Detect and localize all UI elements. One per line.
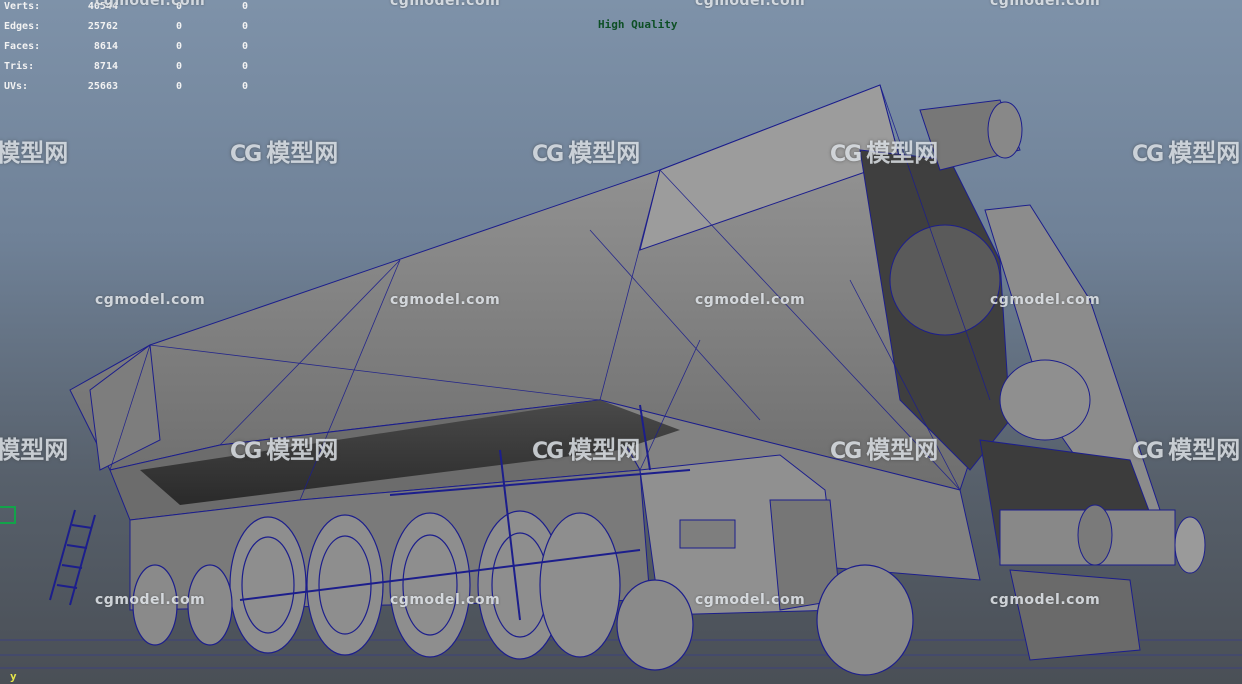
hud-label: Tris: <box>4 60 35 72</box>
watermark-logo: CG模型网 <box>830 133 938 168</box>
watermark-logo: CG模型网 <box>230 430 338 465</box>
logo-mark: CG <box>532 142 564 167</box>
hud-value: 0 <box>241 80 248 92</box>
watermark-logo: CG模型网 <box>532 133 640 168</box>
cab-ladder <box>49 509 96 606</box>
drive-wheels <box>229 510 621 660</box>
logo-mark: CG <box>532 439 564 464</box>
locomotive-model[interactable] <box>0 0 1242 684</box>
hud-row-tris: Tris: 8714 0 0 <box>4 56 248 76</box>
watermark-text: cgmodel.com <box>990 592 1101 608</box>
logo-text: 模型网 <box>568 139 641 167</box>
watermark-text: cgmodel.com <box>990 0 1101 9</box>
logo-mark: CG <box>830 439 862 464</box>
logo-text: 模型网 <box>266 139 339 167</box>
watermark-text: cgmodel.com <box>95 592 206 608</box>
hud-value: 0 <box>175 40 182 52</box>
hud-value: 0 <box>241 20 248 32</box>
hud-value: 25762 <box>87 20 118 32</box>
logo-text: 模型网 <box>266 436 339 464</box>
logo-mark: CG <box>230 142 262 167</box>
hud-value: 0 <box>175 20 182 32</box>
watermark-text: cgmodel.com <box>695 592 806 608</box>
watermark-logo: CG模型网 <box>230 133 338 168</box>
logo-mark: CG <box>1132 142 1164 167</box>
watermark-text: cgmodel.com <box>695 292 806 308</box>
watermark-text: cgmodel.com <box>390 592 501 608</box>
logo-mark: CG <box>830 142 862 167</box>
hud-value: 8614 <box>93 40 118 52</box>
watermark-text: cgmodel.com <box>95 0 206 9</box>
render-quality-label: High Quality <box>598 18 678 31</box>
watermark-text: cgmodel.com <box>95 292 206 308</box>
maya-viewport[interactable]: Verts: 40544 0 0 Edges: 25762 0 0 Faces:… <box>0 0 1242 684</box>
watermark-logo: CG模型网 <box>830 430 938 465</box>
watermark-logo: CG模型网 <box>1132 430 1240 465</box>
hud-label: UVs: <box>4 80 29 92</box>
hud-row-uvs: UVs: 25663 0 0 <box>4 76 248 96</box>
hud-value: 0 <box>241 60 248 72</box>
poly-count-hud: Verts: 40544 0 0 Edges: 25762 0 0 Faces:… <box>4 0 248 96</box>
hud-row-edges: Edges: 25762 0 0 <box>4 16 248 36</box>
hud-value: 0 <box>175 80 182 92</box>
logo-text: 模型网 <box>1168 139 1241 167</box>
watermark-text: cgmodel.com <box>990 292 1101 308</box>
hud-value: 25663 <box>87 80 118 92</box>
side-indicator-icon <box>0 506 16 524</box>
logo-text: 模型网 <box>0 139 69 167</box>
logo-text: 模型网 <box>866 139 939 167</box>
watermark-logo: CG模型网 <box>532 430 640 465</box>
watermark-logo: CG模型网 <box>0 430 68 465</box>
hud-label: Faces: <box>4 40 41 52</box>
watermark-logo: CG模型网 <box>0 133 68 168</box>
hud-label: Edges: <box>4 20 41 32</box>
pilot-beam <box>979 439 1206 661</box>
logo-text: 模型网 <box>1168 436 1241 464</box>
hud-value: 0 <box>175 60 182 72</box>
logo-mark: CG <box>1132 439 1164 464</box>
logo-text: 模型网 <box>866 436 939 464</box>
hud-label: Verts: <box>4 0 41 12</box>
logo-mark: CG <box>230 439 262 464</box>
watermark-text: cgmodel.com <box>390 0 501 9</box>
logo-text: 模型网 <box>0 436 69 464</box>
hud-row-faces: Faces: 8614 0 0 <box>4 36 248 56</box>
watermark-text: cgmodel.com <box>695 0 806 9</box>
axis-indicator-label: y <box>10 670 17 683</box>
watermark-logo: CG模型网 <box>1132 133 1240 168</box>
watermark-text: cgmodel.com <box>390 292 501 308</box>
hud-value: 8714 <box>93 60 118 72</box>
hud-value: 0 <box>241 40 248 52</box>
logo-text: 模型网 <box>568 436 641 464</box>
